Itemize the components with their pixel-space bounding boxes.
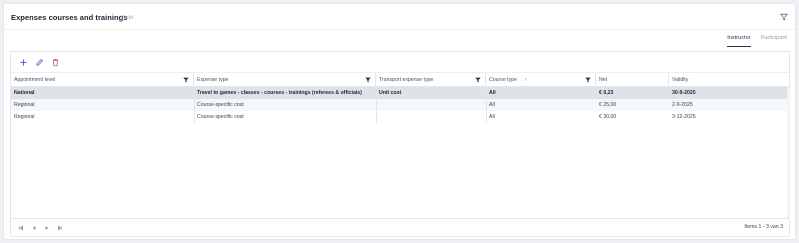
cell-transport-type: Unit cost [379, 90, 402, 96]
expenses-card: Expenses courses and trainings Field Ins… [3, 3, 796, 240]
cell-course-type: All [489, 114, 495, 120]
tab-bar: Instructor Participant [727, 32, 787, 47]
table-row[interactable]: Regional Course-specific cost All € 25,0… [11, 99, 787, 111]
page-title: Expenses courses and trainings [11, 13, 128, 22]
column-label: Validity [672, 77, 689, 83]
tab-instructor[interactable]: Instructor [727, 32, 751, 47]
column-header-appointment-level[interactable]: Appointment level [11, 73, 194, 87]
grid-toolbar [11, 52, 789, 73]
column-header-net[interactable]: Net [596, 73, 669, 87]
cell-expense-type: Travel to games - classes - courses - tr… [197, 90, 362, 96]
first-page-icon[interactable] [18, 225, 24, 231]
column-header-expense-type[interactable]: Expense type [194, 73, 376, 87]
cell-validity: 3-12-2025 [672, 114, 696, 120]
column-header-validity[interactable]: Validity [669, 73, 787, 87]
grid-header: Appointment level Expense type Transport… [11, 73, 789, 87]
plus-icon[interactable] [19, 58, 28, 67]
previous-page-icon[interactable] [31, 225, 37, 231]
column-label: Course type [489, 77, 517, 83]
cell-course-type: All [489, 90, 496, 96]
cell-net: € 30,00 [599, 114, 617, 120]
grid-scrollbar[interactable] [787, 87, 790, 219]
column-filter-icon[interactable] [585, 77, 591, 83]
column-header-transport-expense-type[interactable]: Transport expense type [376, 73, 486, 87]
pencil-icon[interactable] [35, 58, 44, 67]
page-subtitle: Field [121, 15, 134, 21]
column-divider [486, 87, 487, 123]
cell-net: € 25,00 [599, 102, 617, 108]
column-filter-icon[interactable] [475, 77, 481, 83]
trash-icon[interactable] [51, 58, 60, 67]
column-divider [376, 87, 377, 123]
tab-participant[interactable]: Participant [761, 32, 787, 47]
table-row[interactable]: National Travel to games - classes - cou… [11, 87, 787, 99]
pager: Items 1 - 3 van 3 [11, 218, 789, 236]
cell-expense-type: Course-specific cost [197, 102, 244, 108]
column-label: Net [599, 77, 608, 83]
card-header: Expenses courses and trainings Field [4, 4, 795, 30]
column-label: Appointment level [14, 77, 56, 83]
cell-net: € 0,23 [599, 90, 614, 96]
cell-validity: 30-9-2025 [672, 90, 696, 96]
cell-expense-type: Course-specific cost [197, 114, 244, 120]
next-page-icon[interactable] [44, 225, 50, 231]
last-page-icon[interactable] [57, 225, 63, 231]
cell-validity: 2-9-2025 [672, 102, 693, 108]
column-filter-icon[interactable] [183, 77, 189, 83]
cell-course-type: All [489, 102, 495, 108]
items-count: Items 1 - 3 van 3 [744, 224, 783, 230]
table-row[interactable]: Regional Course-specific cost All € 30,0… [11, 111, 787, 123]
column-header-course-type[interactable]: Course type ↑ [486, 73, 596, 87]
column-divider [194, 87, 195, 123]
cell-appointment-level: Regional [14, 102, 35, 108]
cell-appointment-level: National [14, 90, 35, 96]
column-label: Expense type [197, 77, 229, 83]
cell-appointment-level: Regional [14, 114, 35, 120]
expenses-grid: Appointment level Expense type Transport… [10, 51, 790, 237]
sort-ascending-icon: ↑ [524, 77, 528, 83]
filter-icon[interactable] [780, 13, 788, 21]
column-filter-icon[interactable] [365, 77, 371, 83]
column-label: Transport expense type [379, 77, 434, 83]
